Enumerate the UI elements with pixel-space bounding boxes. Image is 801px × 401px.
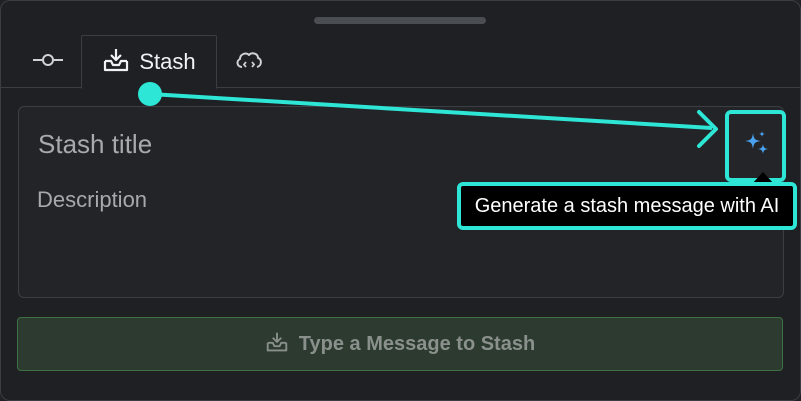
stash-tray-icon <box>102 47 130 78</box>
ai-tooltip: Generate a stash message with AI <box>457 182 797 230</box>
stash-submit-button[interactable]: Type a Message to Stash <box>17 317 783 371</box>
stash-button-label: Type a Message to Stash <box>298 332 536 355</box>
sparkle-icon <box>741 129 771 164</box>
tab-commit[interactable] <box>18 36 78 88</box>
tab-stash-label: Stash <box>139 49 196 74</box>
stash-title-input[interactable]: Stash title <box>38 129 152 160</box>
tab-stash[interactable]: Stash <box>81 35 217 89</box>
cloud-code-icon <box>234 49 264 76</box>
stash-description-input[interactable]: Description <box>37 187 147 213</box>
tab-cloud-patch[interactable] <box>222 36 276 88</box>
stash-tray-icon <box>265 331 289 358</box>
commit-node-icon <box>32 53 64 72</box>
drag-handle[interactable] <box>314 17 486 24</box>
